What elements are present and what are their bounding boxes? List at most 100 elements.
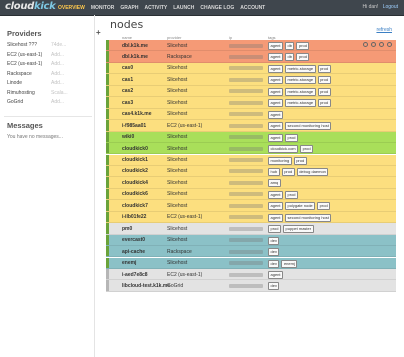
tag-badge[interactable]: metric-storage	[285, 76, 316, 85]
node-name[interactable]: enemj	[122, 260, 136, 266]
node-name[interactable]: cas0	[122, 65, 133, 71]
nav-item-overview[interactable]: OVERVIEW	[58, 5, 85, 11]
node-name[interactable]: cas2	[122, 88, 133, 94]
table-row[interactable]: dbl.k1k.me Rackspace agent db prod	[106, 51, 396, 63]
table-row[interactable]: evercast0 Slicehost dev	[106, 234, 396, 247]
tag-badge[interactable]: enemj	[281, 259, 298, 268]
node-name[interactable]: cloudkick2	[122, 168, 148, 174]
provider-item[interactable]: EC2 (us-east-1) Add...	[7, 61, 91, 70]
refresh-link[interactable]: refresh	[376, 27, 392, 33]
close-icon[interactable]	[387, 42, 392, 47]
tag-badge[interactable]: db	[285, 53, 295, 62]
tag-badge[interactable]: prod	[300, 145, 314, 154]
tag-badge[interactable]: agent	[268, 133, 284, 142]
table-row[interactable]: i-f985aa01 EC2 (us-east-1) agent second mon…	[106, 120, 396, 132]
tag-badge[interactable]: agent	[268, 190, 284, 199]
provider-item[interactable]: Linode Add...	[7, 80, 91, 89]
table-row[interactable]: cloudkick4 Slicehost amq	[106, 177, 396, 189]
tag-badge[interactable]: second monitoring host	[285, 213, 332, 222]
tag-badge[interactable]: agent	[268, 76, 284, 85]
tag-badge[interactable]: hub	[268, 167, 280, 176]
nav-item-account[interactable]: ACCOUNT	[240, 5, 265, 11]
tag-badge[interactable]: agent	[268, 202, 284, 211]
tag-badge[interactable]: prod	[317, 87, 331, 96]
table-row[interactable]: dbl.k1k.me Slicehost agent db prod	[106, 40, 396, 52]
cloudkick-logo[interactable]: cloudkick	[5, 1, 56, 13]
table-row[interactable]: cas2 Slicehost agent metric-storage prod	[106, 85, 396, 98]
tag-badge[interactable]: debug daemon	[296, 167, 329, 176]
tag-badge[interactable]: prod	[296, 42, 310, 50]
table-row[interactable]: cloudkick2 Slicehost hub prod debug daemon	[106, 165, 396, 178]
lock-icon[interactable]	[379, 42, 384, 47]
table-row[interactable]: cas0 Slicehost agent metric-storage prod	[106, 62, 396, 75]
provider-item[interactable]: EC2 (us-east-1) Add...	[7, 52, 91, 61]
table-row[interactable]: cas4.k1k.me Slicehost agent	[106, 108, 396, 121]
tag-badge[interactable]: cloudkick.com	[268, 145, 299, 154]
provider-item[interactable]: Slicehost ??? 74de...	[7, 42, 91, 51]
tag-badge[interactable]: prod	[285, 133, 299, 142]
node-name[interactable]: cloudkick4	[122, 180, 148, 186]
table-row[interactable]: cloudkick1 Slicehost monitoring prod	[106, 154, 396, 166]
logout-link[interactable]: Logout	[383, 4, 398, 10]
table-row[interactable]: cas1 Slicehost agent metric-storage prod	[106, 74, 396, 86]
node-name[interactable]: evercast0	[122, 237, 145, 243]
node-name[interactable]: cas4.k1k.me	[122, 111, 151, 117]
tag-badge[interactable]: prod	[285, 190, 299, 199]
node-name[interactable]: i-f985aa01	[122, 123, 146, 129]
tag-badge[interactable]: second monitoring host	[285, 122, 332, 131]
table-row[interactable]: cas3 Slicehost agent metric-storage prod	[106, 97, 396, 109]
table-row[interactable]: cloudkick0 Slicehost cloudkick.com prod	[106, 143, 396, 155]
tag-badge[interactable]: prod	[268, 225, 282, 234]
tag-badge[interactable]: prod	[317, 99, 331, 108]
tag-badge[interactable]: metric-storage	[285, 99, 316, 108]
table-row[interactable]: wiki0 Slicehost agent prod	[106, 131, 396, 143]
table-row[interactable]: enemj Slicehost dev enemj	[106, 257, 396, 269]
tag-badge[interactable]: dev	[268, 259, 280, 268]
tag-badge[interactable]: prod	[317, 76, 331, 85]
tag-badge[interactable]: agent	[268, 64, 284, 73]
table-row[interactable]: cloudkick6 Slicehost agent prod	[106, 188, 396, 201]
table-row[interactable]: pm0 Slicehost prod puppet master	[106, 223, 396, 235]
table-row[interactable]: libcloud-test.k1k.me GoGrid dev	[106, 280, 396, 292]
node-name[interactable]: wiki0	[122, 134, 134, 140]
tag-badge[interactable]: metric-storage	[285, 87, 316, 96]
add-node-icon[interactable]: +	[96, 28, 101, 37]
tag-badge[interactable]: prod	[281, 167, 295, 176]
node-name[interactable]: i-aed7e8c8	[122, 272, 148, 278]
provider-item[interactable]: GoGrid Add...	[7, 99, 91, 108]
node-name[interactable]: dbl.k1k.me	[122, 54, 148, 60]
node-name[interactable]: cas1	[122, 77, 133, 83]
tag-badge[interactable]: prod	[317, 202, 331, 211]
tag-badge[interactable]: agent	[268, 99, 284, 108]
node-name[interactable]: cas3	[122, 100, 133, 106]
tag-badge[interactable]: agent	[268, 87, 284, 96]
wrench-icon[interactable]	[363, 42, 368, 47]
table-row[interactable]: i-aed7e8c8 EC2 (us-east-1) agent	[106, 269, 396, 281]
tag-badge[interactable]: db	[285, 42, 295, 50]
nav-item-graph[interactable]: GRAPH	[120, 5, 138, 11]
node-name[interactable]: cloudkick1	[122, 157, 148, 163]
tag-badge[interactable]: agent	[268, 53, 284, 62]
tag-badge[interactable]: monitoring	[268, 156, 292, 165]
table-row[interactable]: cloudkick7 Slicehost agent polygate node pro…	[106, 200, 396, 212]
tag-badge[interactable]: amq	[268, 179, 281, 188]
tag-badge[interactable]: agent	[268, 213, 284, 222]
tag-badge[interactable]: dev	[268, 282, 280, 291]
nav-item-change-log[interactable]: CHANGE LOG	[200, 5, 234, 11]
tag-badge[interactable]: prod	[293, 156, 307, 165]
provider-item[interactable]: Rimuhosting Scala...	[7, 90, 91, 99]
table-row[interactable]: api-cache Rackspace dev	[106, 246, 396, 258]
node-name[interactable]: i-ilb01fe22	[122, 214, 146, 220]
tag-badge[interactable]: agent	[268, 110, 284, 119]
node-name[interactable]: dbl.k1k.me	[122, 43, 148, 49]
tag-badge[interactable]: puppet master	[283, 225, 314, 234]
tag-badge[interactable]: polygate node	[285, 202, 316, 211]
node-name[interactable]: cloudkick0	[122, 146, 148, 152]
node-name[interactable]: libcloud-test.k1k.me	[122, 283, 170, 289]
nav-item-launch[interactable]: LAUNCH	[173, 5, 194, 11]
tag-badge[interactable]: metric-storage	[285, 64, 316, 73]
tag-badge[interactable]: agent	[268, 271, 284, 279]
nav-item-monitor[interactable]: MONITOR	[91, 5, 115, 11]
tag-badge[interactable]: dev	[268, 236, 280, 245]
table-row[interactable]: i-ilb01fe22 EC2 (us-east-1) agent second mo…	[106, 211, 396, 224]
